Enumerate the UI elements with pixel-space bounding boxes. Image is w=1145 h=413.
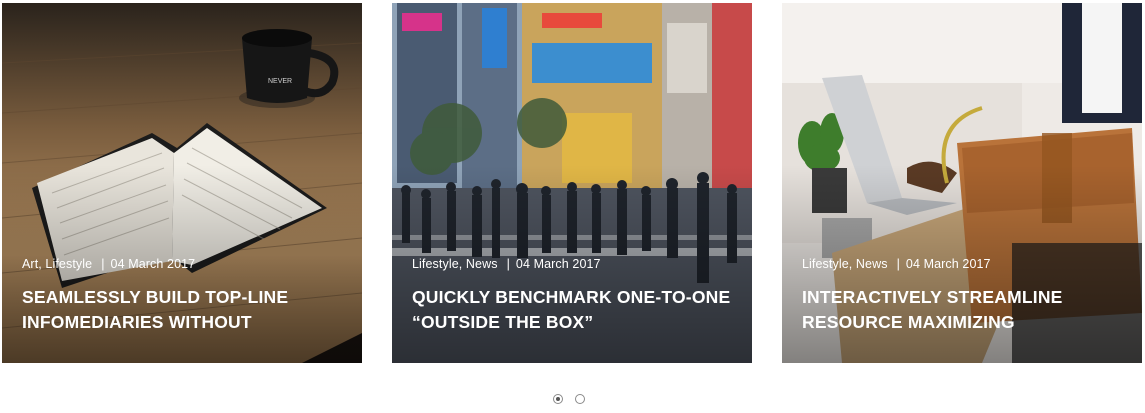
post-title[interactable]: Interactively streamline resource maximi… [802,285,1122,335]
post-date: 04 March 2017 [515,257,601,271]
post-date: 04 March 2017 [905,257,991,271]
post-meta: Lifestyle, News | 04 March 2017 [802,257,991,271]
post-title[interactable]: Seamlessly build top-line infomediaries … [22,285,342,335]
post-meta: Lifestyle, News | 04 March 2017 [412,257,601,271]
post-title[interactable]: Quickly benchmark one-to-one “outside th… [412,285,732,335]
post-date: 04 March 2017 [110,257,196,271]
meta-separator: | [896,257,900,271]
meta-separator: | [101,257,105,271]
post-card[interactable]: NEVER Art, Lifestyle|04 March 2017 Seaml… [2,3,362,363]
pagination-dot-2[interactable] [575,394,585,404]
post-card[interactable]: Lifestyle, News | 04 March 2017 Interactiv… [782,3,1142,363]
pagination-dot-1[interactable] [553,394,563,404]
post-categories[interactable]: Lifestyle, News [802,257,888,271]
post-carousel: NEVER Art, Lifestyle|04 March 2017 Seaml… [0,0,1145,413]
post-meta: Art, Lifestyle | 04 March 2017 [22,257,195,271]
meta-separator: | [506,257,510,271]
post-card[interactable]: Lifestyle, News | 04 March 2017 Quickly be… [392,3,752,363]
post-categories[interactable]: Art, Lifestyle [22,257,92,271]
carousel-pagination [553,394,585,404]
post-categories[interactable]: Lifestyle, News [412,257,498,271]
